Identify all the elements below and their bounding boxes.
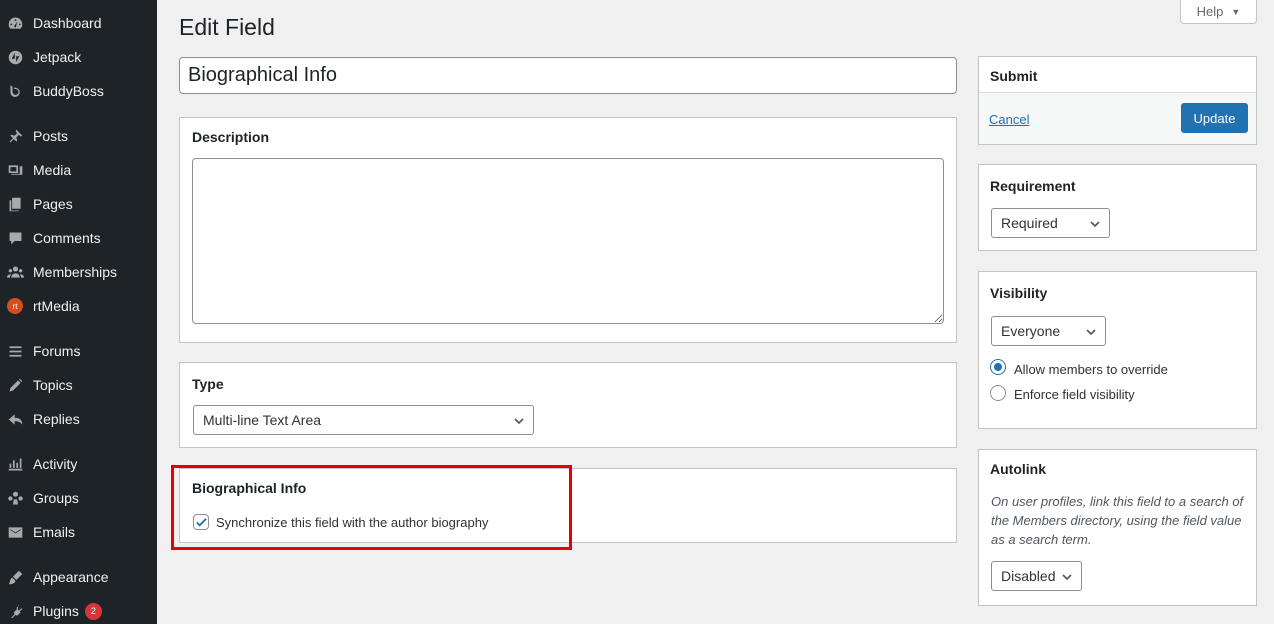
field-type-select[interactable]: Multi-line Text Area	[193, 405, 534, 435]
sidebar-item-label: Forums	[33, 343, 81, 359]
sidebar-item-label: rtMedia	[33, 298, 80, 314]
sidebar-item-label: Dashboard	[33, 15, 102, 31]
sidebar-item-appearance[interactable]: Appearance	[0, 560, 157, 594]
pages-icon	[6, 195, 24, 213]
sidebar-item-label: Replies	[33, 411, 80, 427]
comment-icon	[6, 229, 24, 247]
buddyboss-icon	[6, 82, 24, 100]
dashboard-icon	[6, 14, 24, 32]
submit-actions: Cancel Update	[979, 93, 1256, 144]
appearance-icon	[6, 568, 24, 586]
submit-box: Submit Cancel Update	[978, 56, 1257, 145]
type-heading: Type	[192, 376, 224, 392]
checkmark-icon	[195, 517, 207, 527]
requirement-box: Requirement Required	[978, 164, 1257, 251]
sync-bio-checkbox[interactable]	[193, 514, 209, 530]
sidebar-item-pages[interactable]: Pages	[0, 187, 157, 221]
visibility-value: Everyone	[1001, 323, 1061, 339]
sidebar-item-label: Comments	[33, 230, 101, 246]
allow-override-label: Allow members to override	[1014, 362, 1168, 377]
sidebar-item-label: Groups	[33, 490, 79, 506]
sidebar-item-posts[interactable]: Posts	[0, 119, 157, 153]
description-box: Description	[179, 117, 957, 343]
sidebar-item-memberships[interactable]: Memberships	[0, 255, 157, 289]
sidebar-item-replies[interactable]: Replies	[0, 402, 157, 436]
sidebar-item-dashboard[interactable]: Dashboard	[0, 6, 157, 40]
sidebar-item-label: Topics	[33, 377, 73, 393]
description-heading: Description	[192, 129, 270, 145]
field-name-input[interactable]	[179, 57, 957, 94]
sidebar-item-label: BuddyBoss	[33, 83, 104, 99]
sidebar-item-buddyboss[interactable]: BuddyBoss	[0, 74, 157, 108]
jetpack-icon	[6, 48, 24, 66]
autolink-box: Autolink On user profiles, link this fie…	[978, 449, 1257, 606]
enforce-visibility-radio[interactable]	[990, 385, 1006, 401]
visibility-select[interactable]: Everyone	[991, 316, 1106, 346]
rtmedia-icon-text: rt	[7, 298, 23, 314]
sidebar-item-groups[interactable]: Groups	[0, 481, 157, 515]
autolink-select[interactable]: Disabled	[991, 561, 1082, 591]
chevron-down-icon	[1062, 574, 1072, 581]
visibility-heading: Visibility	[990, 285, 1048, 301]
replies-icon	[6, 410, 24, 428]
sidebar-item-media[interactable]: Media	[0, 153, 157, 187]
autolink-value: Disabled	[1001, 568, 1056, 584]
forums-icon	[6, 342, 24, 360]
groups-icon	[6, 489, 24, 507]
sidebar-item-label: Appearance	[33, 569, 109, 585]
email-icon	[6, 523, 24, 541]
submit-heading: Submit	[990, 68, 1038, 84]
sidebar-item-label: Plugins	[33, 603, 79, 619]
sidebar-item-topics[interactable]: Topics	[0, 368, 157, 402]
biographical-info-box: Biographical Info Synchronize this field…	[179, 468, 957, 543]
rtmedia-icon: rt	[6, 297, 24, 315]
sidebar-item-plugins[interactable]: Plugins 2	[0, 594, 157, 624]
update-button[interactable]: Update	[1181, 103, 1248, 133]
page-title: Edit Field	[179, 14, 275, 40]
sidebar-item-label: Posts	[33, 128, 69, 144]
autolink-description: On user profiles, link this field to a s…	[991, 494, 1244, 547]
enforce-visibility-label: Enforce field visibility	[1014, 387, 1135, 402]
requirement-select[interactable]: Required	[991, 208, 1110, 238]
sidebar-item-activity[interactable]: Activity	[0, 447, 157, 481]
submit-header: Submit	[979, 57, 1256, 93]
help-button[interactable]: Help ▼	[1180, 0, 1257, 24]
sidebar-item-label: Emails	[33, 524, 76, 540]
activity-icon	[6, 455, 24, 473]
chevron-down-icon	[514, 418, 524, 425]
allow-override-radio[interactable]	[990, 359, 1006, 375]
sidebar-item-label: Pages	[33, 196, 73, 212]
admin-sidebar: Dashboard Jetpack BuddyBoss Posts Media …	[0, 0, 157, 624]
requirement-heading: Requirement	[990, 178, 1076, 194]
chevron-down-icon	[1086, 329, 1096, 336]
media-icon	[6, 161, 24, 179]
requirement-value: Required	[1001, 215, 1058, 231]
sidebar-item-label: Activity	[33, 456, 78, 472]
sidebar-item-forums[interactable]: Forums	[0, 334, 157, 368]
autolink-heading: Autolink	[990, 461, 1046, 477]
sidebar-item-rtmedia[interactable]: rt rtMedia	[0, 289, 157, 323]
sidebar-item-comments[interactable]: Comments	[0, 221, 157, 255]
sidebar-item-label: Memberships	[33, 264, 118, 280]
sync-bio-label: Synchronize this field with the author b…	[216, 515, 489, 530]
update-count-badge: 2	[84, 602, 102, 620]
sidebar-item-jetpack[interactable]: Jetpack	[0, 40, 157, 74]
cancel-link[interactable]: Cancel	[989, 112, 1029, 127]
help-label: Help	[1196, 4, 1224, 19]
caret-down-icon: ▼	[1231, 6, 1241, 17]
chevron-down-icon	[1090, 221, 1100, 228]
field-type-value: Multi-line Text Area	[203, 412, 322, 428]
groups-icon	[6, 263, 24, 281]
visibility-box: Visibility Everyone Allow members to ove…	[978, 271, 1257, 429]
pin-icon	[6, 127, 24, 145]
type-box: Type Multi-line Text Area	[179, 362, 957, 448]
topics-icon	[6, 376, 24, 394]
plugins-icon	[6, 602, 24, 620]
sidebar-item-label: Media	[33, 162, 72, 178]
sidebar-item-emails[interactable]: Emails	[0, 515, 157, 549]
sidebar-item-label: Jetpack	[33, 49, 82, 65]
description-textarea[interactable]	[192, 158, 944, 324]
biographical-info-heading: Biographical Info	[192, 480, 307, 496]
